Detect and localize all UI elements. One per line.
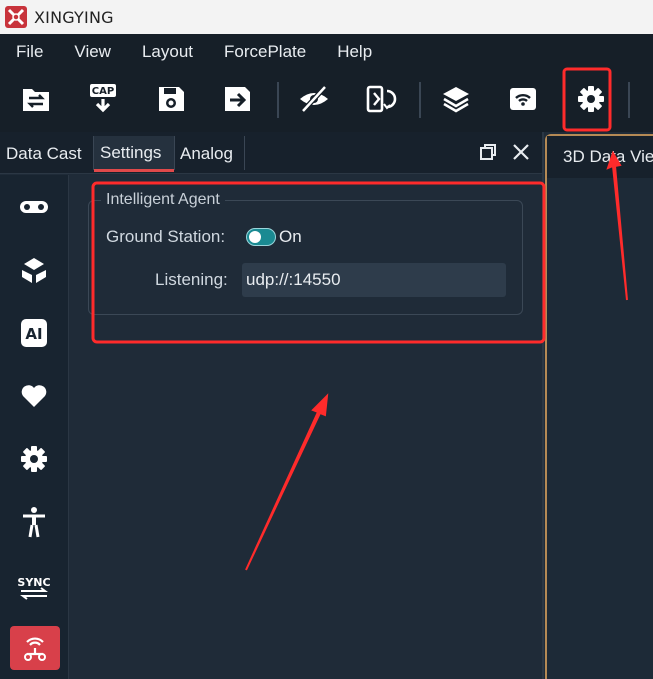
heart-icon [21,385,47,407]
toolbar-separator [628,82,630,118]
intelligent-agent-group: Intelligent Agent Ground Station: On Lis… [88,191,523,315]
gear-icon [21,446,47,472]
broadcast-device-icon [24,637,46,661]
restore-window-icon [480,144,496,160]
sidebar-item-settings[interactable] [12,437,56,481]
toolbar: CAP [0,70,653,132]
sidebar-item-skeleton[interactable] [12,500,56,544]
toggle-knob [249,231,261,243]
sidebar-item-health[interactable] [12,374,56,418]
save-record-icon [159,87,184,111]
panel-tab-bar: Data Cast Settings Analog [0,132,542,174]
marker-icon [20,201,48,213]
settings-button[interactable] [574,82,608,116]
ai-icon-label: AI [25,325,42,343]
layers-button[interactable] [439,82,473,116]
capture-icon: CAP [90,84,116,113]
sidebar-item-sync[interactable]: SYNC [12,563,56,607]
stream-button[interactable] [506,82,540,116]
menu-bar: File View Layout ForcePlate Help [0,34,653,70]
gear-icon [578,86,604,112]
save-record-button[interactable] [154,82,188,116]
open-folder-button[interactable] [19,82,53,116]
sync-icon: SYNC [17,576,51,600]
export-button[interactable] [220,82,254,116]
toolbar-separator [277,82,279,118]
hide-view-button[interactable] [297,82,331,116]
ground-station-toggle[interactable] [246,228,276,246]
sidebar-item-ai[interactable]: AI [12,311,56,355]
menu-forceplate[interactable]: ForcePlate [224,42,306,62]
capture-button[interactable]: CAP [86,82,120,116]
sidebar-item-broadcast-device[interactable] [10,626,60,670]
menu-file[interactable]: File [16,42,43,62]
right-panel: 3D Data View [545,134,653,679]
rigid-body-icon [22,258,46,283]
tab-separator [244,136,245,170]
tab-settings[interactable]: Settings [94,136,174,172]
ai-icon: AI [21,319,47,347]
settings-content: Intelligent Agent Ground Station: On Lis… [70,175,542,679]
panel-splitter[interactable] [542,132,544,679]
title-bar: XINGYING [0,0,653,34]
layers-icon [443,87,469,113]
group-title: Intelligent Agent [101,191,225,209]
listening-input[interactable] [242,263,506,297]
sync-device-icon [366,85,397,113]
toolbar-separator [419,82,421,118]
wifi-stream-icon [510,88,536,110]
tab-3d-data-view[interactable]: 3D Data View [547,136,653,178]
close-panel-button[interactable] [510,141,532,163]
ground-station-label: Ground Station: [106,227,226,246]
eye-off-icon [300,85,328,113]
app-logo-icon [5,6,27,28]
app-title: XINGYING [34,7,114,27]
sidebar-item-rigid-body[interactable] [12,248,56,292]
sidebar: AI SYNC [0,175,69,679]
float-panel-button[interactable] [477,141,499,163]
sidebar-item-markers[interactable] [12,185,56,229]
listening-label: Listening: [155,270,228,289]
tab-data-cast[interactable]: Data Cast [0,136,92,172]
close-icon [513,144,529,160]
ground-station-state: On [279,227,302,246]
capture-icon-label: CAP [92,86,114,97]
menu-layout[interactable]: Layout [142,42,193,62]
open-folder-icon [23,89,49,111]
sync-icon-label: SYNC [17,576,50,589]
tab-analog[interactable]: Analog [174,136,244,172]
export-icon [225,87,250,111]
human-figure-icon [23,507,45,538]
menu-view[interactable]: View [74,42,111,62]
sync-device-button[interactable] [364,82,398,116]
menu-help[interactable]: Help [337,42,372,62]
